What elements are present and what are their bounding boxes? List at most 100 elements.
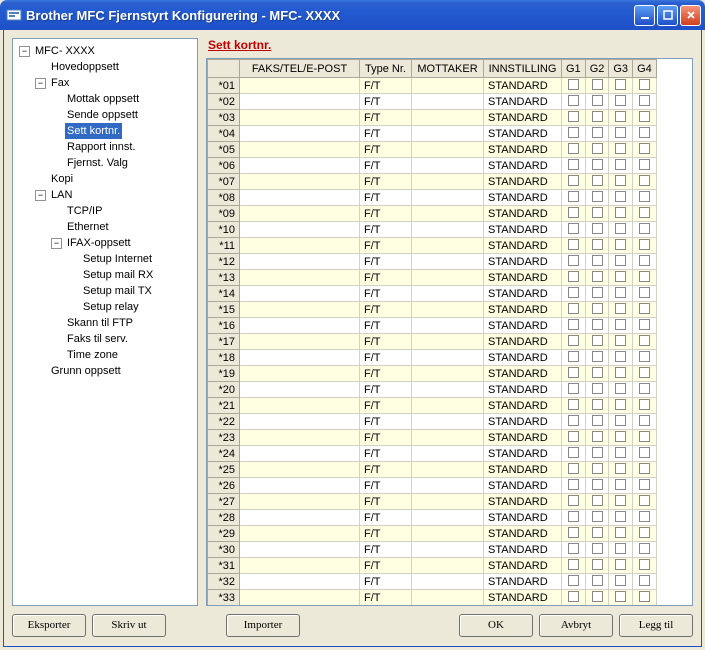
cell-g4[interactable] xyxy=(633,238,657,254)
cell-type[interactable]: F/T xyxy=(360,382,412,398)
cell-mottaker[interactable] xyxy=(412,222,484,238)
importer-button[interactable]: Importer xyxy=(226,614,300,637)
cell-g4[interactable] xyxy=(633,478,657,494)
table-row[interactable]: *27F/TSTANDARD xyxy=(208,494,657,510)
tree-item-fax[interactable]: Fax xyxy=(49,75,71,91)
table-row[interactable]: *03F/TSTANDARD xyxy=(208,110,657,126)
cell-type[interactable]: F/T xyxy=(360,174,412,190)
cell-g3[interactable] xyxy=(609,318,633,334)
cell-innstilling[interactable]: STANDARD xyxy=(484,286,562,302)
cell-g1[interactable] xyxy=(562,446,586,462)
cell-g1[interactable] xyxy=(562,350,586,366)
cell-g1[interactable] xyxy=(562,382,586,398)
cell-g2[interactable] xyxy=(585,78,609,94)
cell-mottaker[interactable] xyxy=(412,382,484,398)
tree-item-mottak[interactable]: Mottak oppsett xyxy=(65,91,141,107)
cell-type[interactable]: F/T xyxy=(360,478,412,494)
cell-fte[interactable] xyxy=(240,542,360,558)
cell-g2[interactable] xyxy=(585,510,609,526)
cell-innstilling[interactable]: STANDARD xyxy=(484,574,562,590)
tree-item-hovedoppsett[interactable]: Hovedoppsett xyxy=(49,59,121,75)
tree-root[interactable]: MFC- XXXX xyxy=(33,43,97,59)
cell-type[interactable]: F/T xyxy=(360,254,412,270)
cell-fte[interactable] xyxy=(240,446,360,462)
cell-g2[interactable] xyxy=(585,238,609,254)
tree-expander[interactable]: − xyxy=(19,46,30,57)
cell-g4[interactable] xyxy=(633,430,657,446)
cell-g1[interactable] xyxy=(562,574,586,590)
table-row[interactable]: *01F/TSTANDARD xyxy=(208,78,657,94)
cell-g1[interactable] xyxy=(562,254,586,270)
cell-g4[interactable] xyxy=(633,574,657,590)
table-row[interactable]: *11F/TSTANDARD xyxy=(208,238,657,254)
cell-type[interactable]: F/T xyxy=(360,286,412,302)
cell-innstilling[interactable]: STANDARD xyxy=(484,510,562,526)
table-row[interactable]: *31F/TSTANDARD xyxy=(208,558,657,574)
cell-type[interactable]: F/T xyxy=(360,206,412,222)
cell-g4[interactable] xyxy=(633,110,657,126)
cell-g4[interactable] xyxy=(633,302,657,318)
cell-g4[interactable] xyxy=(633,350,657,366)
cell-g4[interactable] xyxy=(633,318,657,334)
cell-mottaker[interactable] xyxy=(412,398,484,414)
cell-mottaker[interactable] xyxy=(412,270,484,286)
cell-mottaker[interactable] xyxy=(412,558,484,574)
cell-g2[interactable] xyxy=(585,366,609,382)
cell-type[interactable]: F/T xyxy=(360,574,412,590)
cell-g4[interactable] xyxy=(633,222,657,238)
cell-innstilling[interactable]: STANDARD xyxy=(484,478,562,494)
cell-fte[interactable] xyxy=(240,526,360,542)
cell-g3[interactable] xyxy=(609,110,633,126)
cell-g2[interactable] xyxy=(585,142,609,158)
cell-g2[interactable] xyxy=(585,526,609,542)
cell-g2[interactable] xyxy=(585,318,609,334)
table-row[interactable]: *30F/TSTANDARD xyxy=(208,542,657,558)
cell-g2[interactable] xyxy=(585,446,609,462)
cell-g3[interactable] xyxy=(609,206,633,222)
cell-mottaker[interactable] xyxy=(412,174,484,190)
table-row[interactable]: *19F/TSTANDARD xyxy=(208,366,657,382)
cell-mottaker[interactable] xyxy=(412,158,484,174)
cell-g4[interactable] xyxy=(633,414,657,430)
cell-innstilling[interactable]: STANDARD xyxy=(484,318,562,334)
cell-g3[interactable] xyxy=(609,142,633,158)
cell-innstilling[interactable]: STANDARD xyxy=(484,142,562,158)
cell-innstilling[interactable]: STANDARD xyxy=(484,158,562,174)
cell-fte[interactable] xyxy=(240,350,360,366)
cell-g3[interactable] xyxy=(609,94,633,110)
cell-type[interactable]: F/T xyxy=(360,558,412,574)
cell-innstilling[interactable]: STANDARD xyxy=(484,558,562,574)
cell-fte[interactable] xyxy=(240,430,360,446)
cell-g1[interactable] xyxy=(562,110,586,126)
cell-g1[interactable] xyxy=(562,158,586,174)
leggtil-button[interactable]: Legg til xyxy=(619,614,693,637)
table-row[interactable]: *17F/TSTANDARD xyxy=(208,334,657,350)
cell-mottaker[interactable] xyxy=(412,542,484,558)
tree-item-sende[interactable]: Sende oppsett xyxy=(65,107,140,123)
cell-g4[interactable] xyxy=(633,494,657,510)
cell-g3[interactable] xyxy=(609,590,633,606)
cell-g3[interactable] xyxy=(609,446,633,462)
cell-fte[interactable] xyxy=(240,110,360,126)
nav-tree[interactable]: −MFC- XXXX Hovedoppsett −Fax Mottak opps… xyxy=(12,38,198,606)
cell-g1[interactable] xyxy=(562,590,586,606)
cell-g3[interactable] xyxy=(609,462,633,478)
cell-g4[interactable] xyxy=(633,254,657,270)
cell-g3[interactable] xyxy=(609,270,633,286)
cell-g4[interactable] xyxy=(633,382,657,398)
cell-g3[interactable] xyxy=(609,78,633,94)
cell-g1[interactable] xyxy=(562,270,586,286)
avbryt-button[interactable]: Avbryt xyxy=(539,614,613,637)
cell-g2[interactable] xyxy=(585,270,609,286)
table-row[interactable]: *04F/TSTANDARD xyxy=(208,126,657,142)
table-row[interactable]: *05F/TSTANDARD xyxy=(208,142,657,158)
cell-g3[interactable] xyxy=(609,126,633,142)
cell-g1[interactable] xyxy=(562,206,586,222)
cell-g2[interactable] xyxy=(585,542,609,558)
cell-g3[interactable] xyxy=(609,494,633,510)
cell-g3[interactable] xyxy=(609,558,633,574)
cell-fte[interactable] xyxy=(240,222,360,238)
cell-mottaker[interactable] xyxy=(412,190,484,206)
cell-g3[interactable] xyxy=(609,174,633,190)
cell-fte[interactable] xyxy=(240,78,360,94)
